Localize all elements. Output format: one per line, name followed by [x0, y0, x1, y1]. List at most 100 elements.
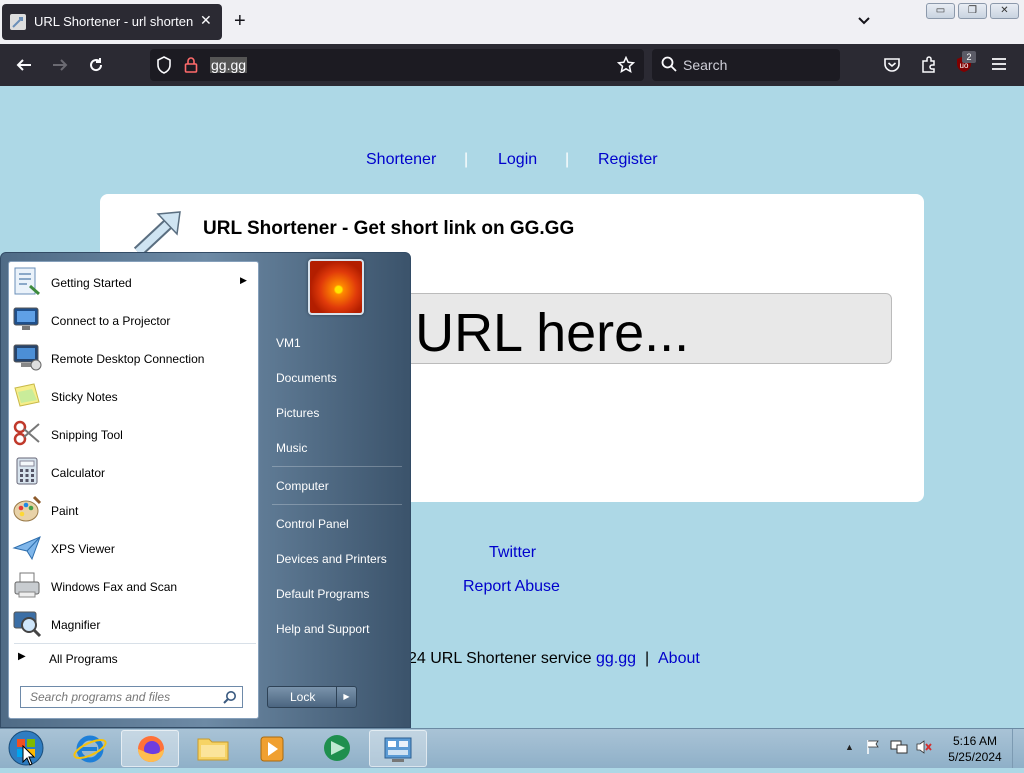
start-right-item-default-programs[interactable]: Default Programs	[268, 578, 402, 610]
report-abuse-link[interactable]: Report Abuse	[463, 578, 560, 596]
right-item-label: Music	[276, 441, 308, 455]
right-item-label: Computer	[276, 479, 329, 493]
menu-item-xps-viewer[interactable]: XPS Viewer	[12, 528, 256, 564]
right-item-label: Pictures	[276, 406, 320, 420]
start-right-item-help-support[interactable]: Help and Support	[268, 613, 402, 645]
menu-item-connect-projector[interactable]: Connect to a Projector	[12, 300, 256, 336]
tab-title: URL Shortener - url shortening	[34, 14, 194, 29]
menu-item-label: Getting Started	[51, 276, 132, 290]
extensions-puzzle-icon[interactable]	[920, 55, 938, 73]
menu-item-calculator[interactable]: Calculator	[12, 452, 256, 488]
footer-separator: |	[645, 650, 650, 667]
clock-date: 5/25/2024	[948, 750, 1002, 764]
new-tab-plus-icon[interactable]: +	[234, 10, 246, 33]
search-box[interactable]	[652, 49, 840, 81]
menu-item-magnifier[interactable]: Magnifier	[12, 604, 256, 640]
forward-arrow-icon[interactable]	[51, 56, 69, 74]
arrow-right-icon: ▶	[18, 651, 26, 662]
scissors-icon	[12, 418, 42, 448]
start-right-item-vm1[interactable]: VM1	[268, 327, 402, 359]
search-icon	[661, 56, 677, 72]
browser-tab-bar: URL Shortener - url shortening ✕ + ▭ ❐ ✕	[0, 0, 1024, 44]
getting-started-icon	[12, 266, 42, 296]
lock-button-label: Lock	[290, 690, 316, 704]
shield-icon[interactable]	[156, 56, 172, 74]
browser-tab[interactable]: URL Shortener - url shortening ✕	[2, 4, 222, 40]
all-programs-label: All Programs	[49, 652, 118, 666]
nav-link-register[interactable]: Register	[598, 151, 658, 169]
hamburger-menu-icon[interactable]	[991, 57, 1007, 71]
start-right-item-music[interactable]: Music	[268, 432, 402, 464]
card-title: URL Shortener - Get short link on GG.GG	[203, 218, 575, 239]
network-icon[interactable]	[890, 739, 908, 755]
menu-item-remote-desktop[interactable]: Remote Desktop Connection	[12, 338, 256, 374]
nav-link-login[interactable]: Login	[498, 151, 537, 169]
pocket-icon[interactable]	[883, 56, 901, 74]
menu-item-getting-started[interactable]: Getting Started ▶	[12, 262, 256, 298]
all-programs-button[interactable]: ▶ All Programs	[14, 648, 254, 670]
user-picture-avatar[interactable]	[308, 259, 364, 315]
taskbar-control-panel-icon[interactable]	[369, 730, 427, 767]
submenu-arrow-icon: ▶	[240, 275, 247, 285]
mouse-cursor-icon	[22, 744, 36, 767]
taskbar-internet-explorer-icon[interactable]	[61, 730, 119, 767]
taskbar-app-green-icon[interactable]	[308, 730, 366, 767]
start-right-item-pictures[interactable]: Pictures	[268, 397, 402, 429]
volume-muted-icon[interactable]	[915, 739, 933, 755]
minimize-window-icon[interactable]: ▭	[926, 3, 955, 19]
menu-item-label: Magnifier	[51, 618, 101, 632]
menu-item-fax-and-scan[interactable]: Windows Fax and Scan	[12, 566, 256, 602]
twitter-link[interactable]: Twitter	[489, 544, 536, 562]
back-arrow-icon[interactable]	[15, 56, 33, 74]
url-text[interactable]: gg.gg	[210, 57, 248, 73]
menu-item-label: Paint	[51, 504, 79, 518]
sticky-notes-icon	[12, 380, 42, 410]
show-hidden-icons-arrow-icon[interactable]: ▲	[845, 742, 854, 752]
menu-item-label: Connect to a Projector	[51, 314, 171, 328]
menu-item-label: Sticky Notes	[51, 390, 118, 404]
menu-item-label: Windows Fax and Scan	[51, 580, 178, 594]
right-item-label: Control Panel	[276, 517, 349, 531]
footer-copyright: 24 URL Shortener service	[408, 650, 592, 667]
chevron-down-icon[interactable]	[856, 12, 872, 28]
start-right-item-devices-printers[interactable]: Devices and Printers	[268, 543, 402, 575]
tab-close-icon[interactable]: ✕	[200, 12, 212, 29]
calculator-icon	[12, 456, 42, 486]
taskbar-media-player-icon[interactable]	[244, 730, 302, 767]
start-right-item-computer[interactable]: Computer	[268, 470, 402, 502]
paint-palette-icon	[12, 494, 42, 524]
action-center-flag-icon[interactable]	[865, 739, 881, 755]
taskbar-file-explorer-icon[interactable]	[184, 730, 242, 767]
search-icon[interactable]	[223, 690, 237, 704]
right-item-label: Devices and Printers	[276, 552, 387, 566]
remote-desktop-icon	[12, 342, 42, 372]
lock-icon[interactable]	[184, 56, 198, 74]
start-right-item-control-panel[interactable]: Control Panel	[268, 508, 402, 540]
menu-item-label: XPS Viewer	[51, 542, 115, 556]
system-clock[interactable]: 5:16 AM 5/25/2024	[940, 733, 1010, 765]
footer-link-about[interactable]: About	[658, 650, 700, 668]
close-window-icon[interactable]: ✕	[990, 3, 1019, 19]
lock-button[interactable]: Lock ▶	[267, 686, 357, 708]
menu-item-label: Remote Desktop Connection	[51, 352, 205, 366]
taskbar-firefox-icon[interactable]	[121, 730, 179, 767]
divider	[14, 643, 256, 644]
right-item-label: VM1	[276, 336, 301, 350]
menu-item-snipping-tool[interactable]: Snipping Tool	[12, 414, 256, 450]
divider	[272, 504, 402, 505]
start-right-item-documents[interactable]: Documents	[268, 362, 402, 394]
reload-icon[interactable]	[87, 56, 105, 74]
nav-link-shortener[interactable]: Shortener	[366, 151, 436, 169]
menu-item-sticky-notes[interactable]: Sticky Notes	[12, 376, 256, 412]
footer-link-gg[interactable]: gg.gg	[596, 650, 636, 668]
bookmark-star-icon[interactable]	[616, 55, 636, 74]
power-options-arrow-icon[interactable]: ▶	[336, 687, 356, 707]
restore-window-icon[interactable]: ❐	[958, 3, 987, 19]
right-item-label: Help and Support	[276, 622, 370, 636]
search-placeholder[interactable]: Search	[683, 57, 727, 73]
show-desktop-button[interactable]	[1012, 729, 1024, 768]
search-programs-placeholder[interactable]: Search programs and files	[30, 690, 170, 704]
menu-item-paint[interactable]: Paint	[12, 490, 256, 526]
site-favicon-icon	[10, 14, 26, 30]
fax-icon	[12, 570, 42, 600]
